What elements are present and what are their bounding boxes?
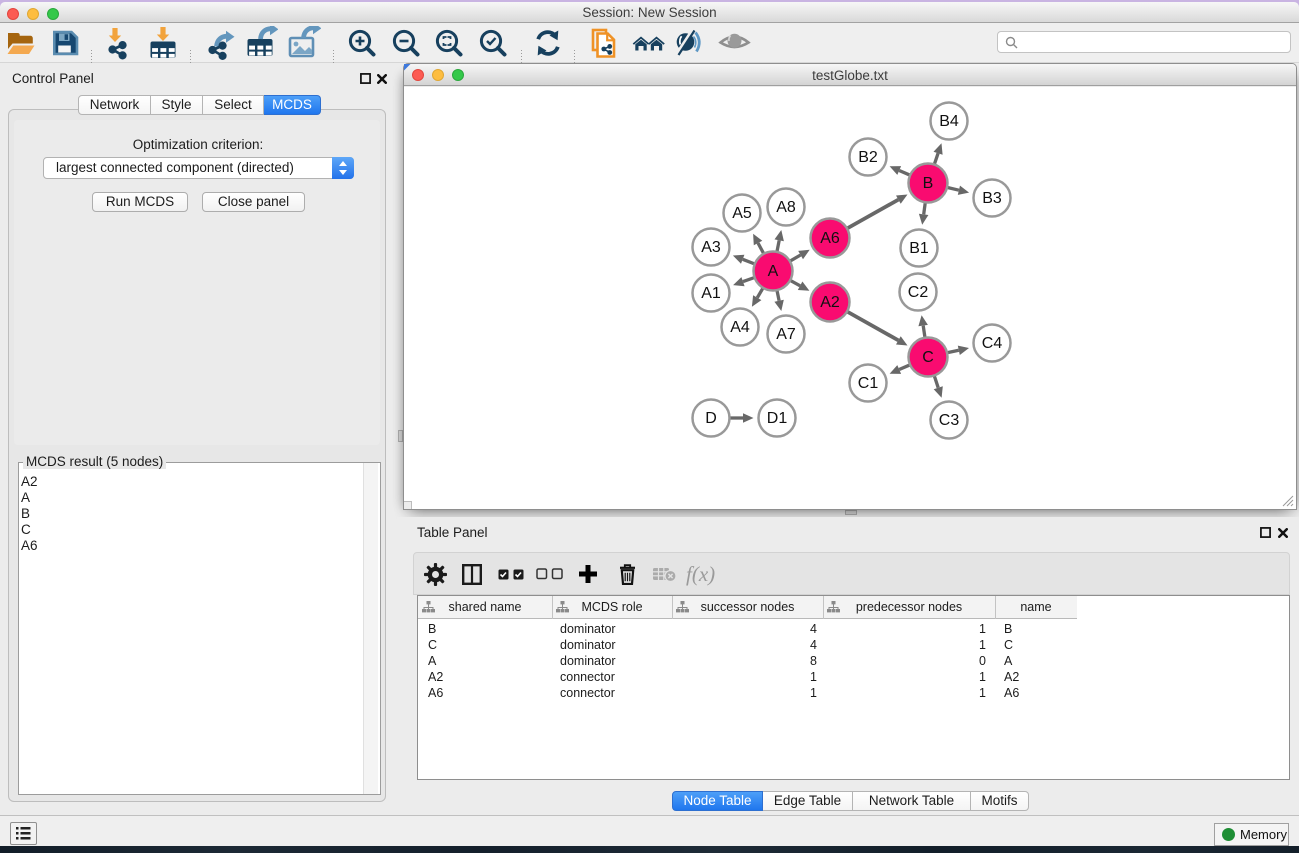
svg-text:A2: A2 bbox=[820, 294, 840, 311]
svg-text:A: A bbox=[768, 263, 779, 280]
svg-text:B1: B1 bbox=[909, 240, 929, 257]
svg-text:B4: B4 bbox=[939, 113, 959, 130]
svg-text:C2: C2 bbox=[908, 284, 929, 301]
svg-text:B2: B2 bbox=[858, 149, 878, 166]
svg-text:A6: A6 bbox=[820, 230, 840, 247]
svg-text:A3: A3 bbox=[701, 239, 721, 256]
svg-text:B: B bbox=[923, 175, 934, 192]
svg-text:A5: A5 bbox=[732, 205, 752, 222]
svg-text:A7: A7 bbox=[776, 326, 796, 343]
svg-text:C1: C1 bbox=[858, 375, 879, 392]
svg-text:A8: A8 bbox=[776, 199, 796, 216]
svg-text:A4: A4 bbox=[730, 319, 750, 336]
svg-text:C: C bbox=[922, 349, 934, 366]
svg-text:A1: A1 bbox=[701, 285, 721, 302]
svg-text:D1: D1 bbox=[767, 410, 788, 427]
svg-text:D: D bbox=[705, 410, 717, 427]
svg-text:B3: B3 bbox=[982, 190, 1002, 207]
svg-text:C4: C4 bbox=[982, 335, 1003, 352]
svg-text:C3: C3 bbox=[939, 412, 960, 429]
